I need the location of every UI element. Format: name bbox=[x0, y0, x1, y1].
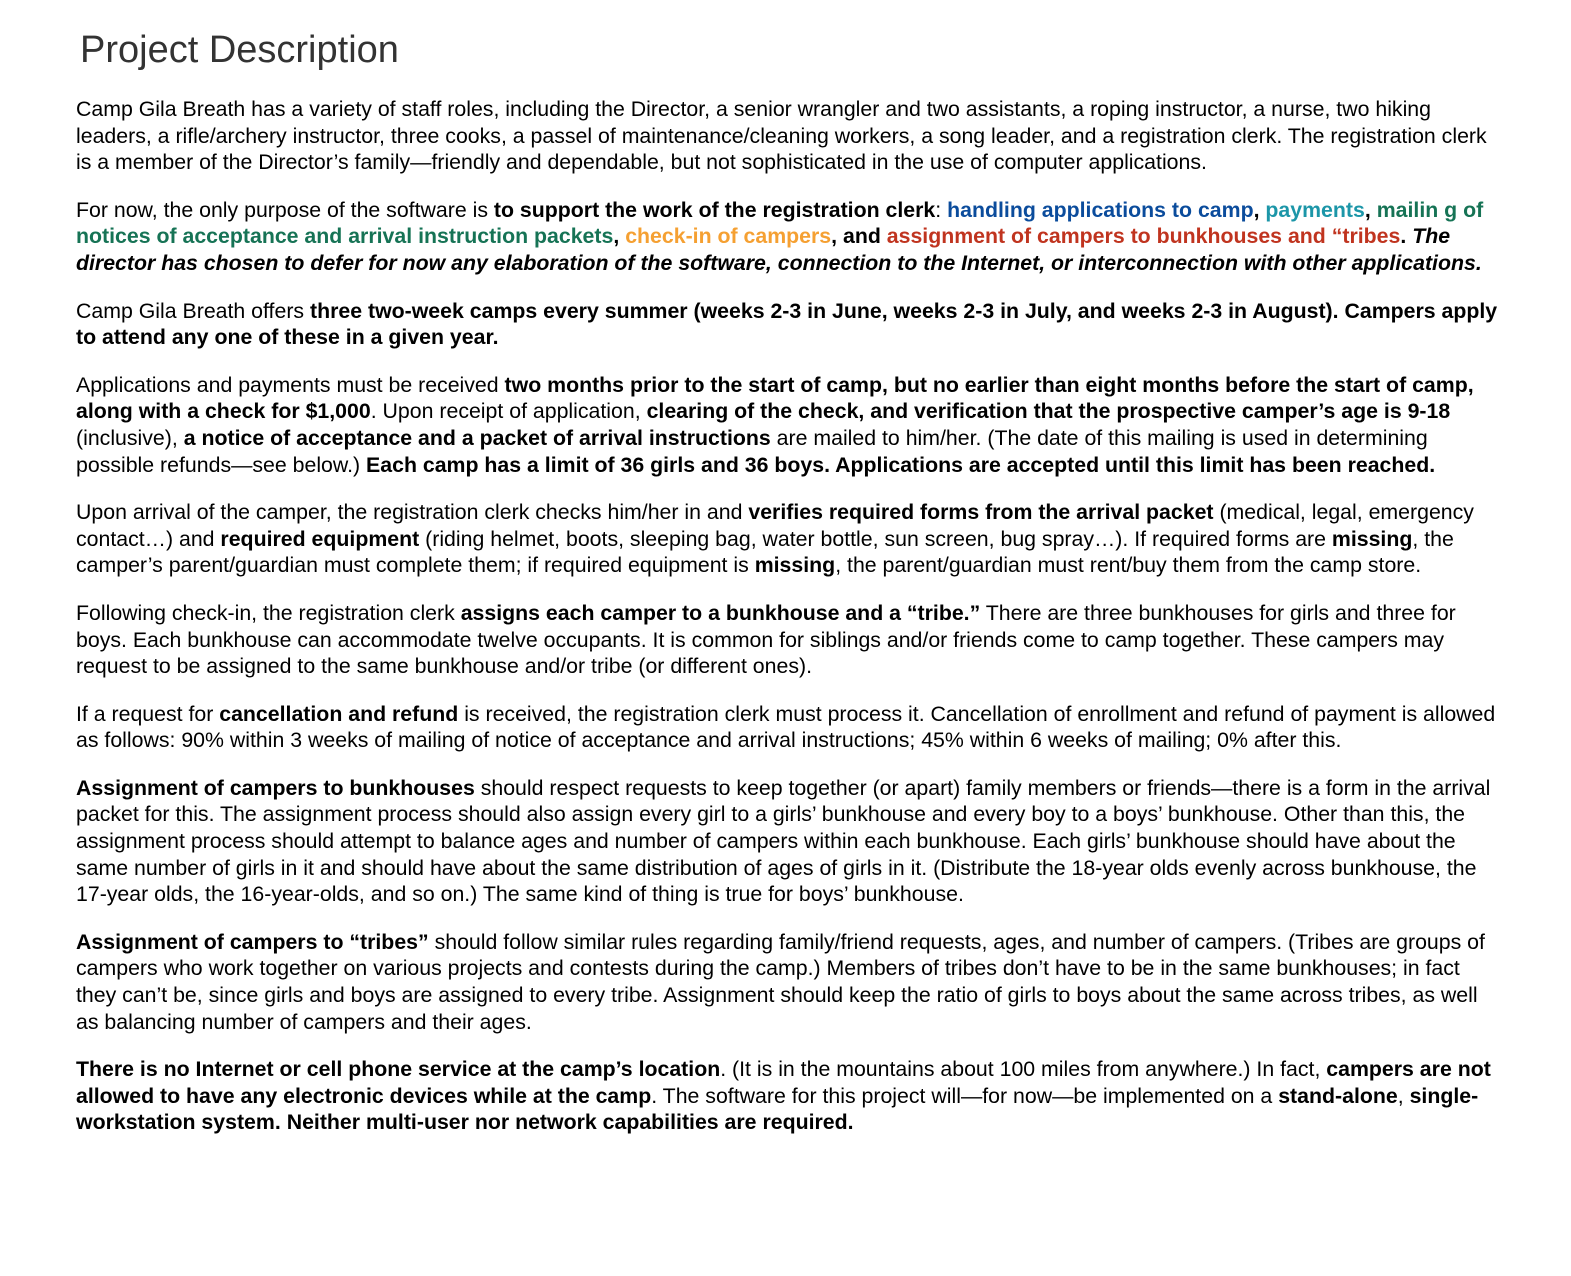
bold-text: required equipment bbox=[220, 526, 420, 551]
paragraph-applications-payments: Applications and payments must be receiv… bbox=[76, 372, 1500, 478]
bold-text: . bbox=[274, 1110, 287, 1135]
bold-text: , bbox=[1364, 197, 1377, 222]
bold-text: Assignment of campers to “tribes” bbox=[76, 929, 429, 954]
bold-text: missing bbox=[1331, 526, 1413, 551]
highlight-check-in: check-in of campers bbox=[625, 224, 832, 249]
bold-text: to support the work of the registration … bbox=[493, 197, 936, 222]
highlight-handling-applications: handling applications to camp bbox=[947, 197, 1254, 222]
highlight-assignment: assignment of campers to bunkhouses and … bbox=[886, 224, 1401, 249]
bold-text: , and bbox=[831, 224, 887, 249]
bold-text: stand-alone bbox=[1278, 1083, 1398, 1108]
paragraph-check-in: Upon arrival of the camper, the registra… bbox=[76, 499, 1500, 579]
document-body: Camp Gila Breath has a variety of staff … bbox=[76, 96, 1500, 1157]
page-title: Project Description bbox=[80, 29, 399, 71]
text-span: : bbox=[935, 197, 948, 222]
paragraph-software-purpose: For now, the only purpose of the softwar… bbox=[76, 197, 1500, 277]
bold-text: missing bbox=[754, 553, 836, 578]
bold-text: verifies required forms from the arrival… bbox=[748, 500, 1214, 525]
text-span: . (It is in the mountains about 100 mile… bbox=[720, 1057, 1327, 1082]
text-span: . The software for this project will—for… bbox=[651, 1083, 1279, 1108]
paragraph-cancellation-refund: If a request for cancellation and refund… bbox=[76, 701, 1500, 754]
bold-text: Neither multi-user nor network capabilit… bbox=[286, 1110, 854, 1135]
text-span: Camp Gila Breath offers bbox=[76, 298, 310, 323]
paragraph-bunkhouse-assignment: Assignment of campers to bunkhouses shou… bbox=[76, 775, 1500, 908]
text-span: Applications and payments must be receiv… bbox=[76, 372, 505, 397]
paragraph-camp-schedule: Camp Gila Breath offers three two-week c… bbox=[76, 298, 1500, 351]
bold-text: cancellation and refund bbox=[219, 701, 459, 726]
bold-text: Assignment of campers to bunkhouses bbox=[76, 775, 475, 800]
text-span: (inclusive), bbox=[76, 425, 184, 450]
paragraph-no-internet: There is no Internet or cell phone servi… bbox=[76, 1056, 1500, 1136]
text-span: If a request for bbox=[76, 701, 220, 726]
bold-text: Each camp has a limit of 36 girls and 36… bbox=[366, 452, 1436, 477]
bold-text: . bbox=[1400, 224, 1413, 249]
bold-text: , bbox=[1253, 197, 1266, 222]
paragraph-tribe-assignment: Assignment of campers to “tribes” should… bbox=[76, 929, 1500, 1035]
text-span: , the parent/guardian must rent/buy them… bbox=[835, 553, 1422, 578]
bold-text: a notice of acceptance and a packet of a… bbox=[183, 425, 771, 450]
text-span: Camp Gila Breath has a variety of staff … bbox=[76, 97, 1487, 175]
text-span: Following check-in, the registration cle… bbox=[76, 600, 461, 625]
bold-text: assigns each camper to a bunkhouse and a… bbox=[460, 600, 981, 625]
text-span: . Upon receipt of application, bbox=[370, 399, 647, 424]
bold-text: clearing of the check, and verification … bbox=[646, 399, 1451, 424]
text-span: (riding helmet, boots, sleeping bag, wat… bbox=[419, 526, 1332, 551]
text-span: For now, the only purpose of the softwar… bbox=[76, 197, 494, 222]
paragraph-staff-roles: Camp Gila Breath has a variety of staff … bbox=[76, 96, 1500, 176]
bold-text: , bbox=[613, 224, 626, 249]
bold-text: There is no Internet or cell phone servi… bbox=[76, 1057, 721, 1082]
text-span: , bbox=[1397, 1083, 1410, 1108]
paragraph-bunkhouse-tribe: Following check-in, the registration cle… bbox=[76, 600, 1500, 680]
highlight-payments: payments bbox=[1265, 197, 1365, 222]
text-span: Upon arrival of the camper, the registra… bbox=[76, 500, 749, 525]
